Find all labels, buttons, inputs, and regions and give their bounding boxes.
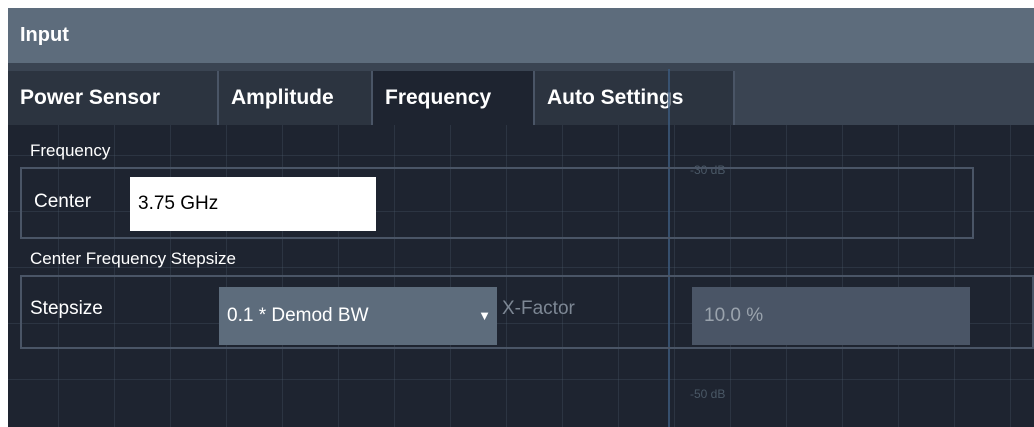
- stepsize-dropdown-value: 0.1 * Demod BW: [227, 305, 369, 326]
- input-dialog: Input Power Sensor Amplitude Frequency A…: [8, 8, 1034, 427]
- center-label: Center: [34, 191, 92, 212]
- stepsize-label: Stepsize: [30, 298, 103, 319]
- frequency-section-heading: Frequency: [30, 141, 111, 160]
- tab-content-frequency: -30 dB -50 dB Frequency Center 3.75 GHz …: [8, 69, 1034, 427]
- x-factor-input[interactable]: 10.0 %: [692, 287, 970, 345]
- background-db-label: -50 dB: [690, 387, 726, 401]
- dialog-title: Input: [20, 24, 69, 46]
- dialog-titlebar: Input: [8, 8, 1034, 63]
- background-marker-line: [668, 69, 670, 427]
- chevron-down-icon: ▼: [478, 308, 491, 323]
- tab-strip-top: [8, 63, 1034, 71]
- tab-power-sensor[interactable]: Power Sensor: [8, 71, 219, 125]
- tab-bar: Power Sensor Amplitude Frequency Auto Se…: [8, 71, 1034, 125]
- stepsize-dropdown[interactable]: 0.1 * Demod BW ▼: [219, 287, 497, 345]
- stepsize-section-heading: Center Frequency Stepsize: [30, 249, 236, 268]
- tab-amplitude[interactable]: Amplitude: [219, 71, 373, 125]
- tab-auto-settings[interactable]: Auto Settings: [535, 71, 735, 125]
- center-frequency-input[interactable]: 3.75 GHz: [130, 177, 376, 231]
- x-factor-label: X-Factor: [502, 298, 575, 319]
- tab-frequency[interactable]: Frequency: [373, 71, 535, 125]
